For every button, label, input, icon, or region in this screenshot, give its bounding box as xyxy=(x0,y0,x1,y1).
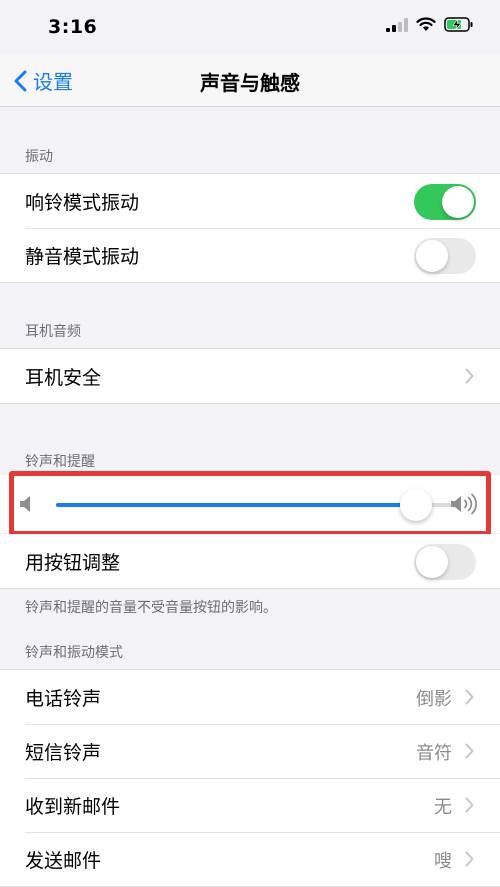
ring-vibrate-label: 响铃模式振动 xyxy=(25,191,140,214)
status-icons xyxy=(386,17,474,32)
ring-vibrate-row: 响铃模式振动 xyxy=(0,174,500,228)
ringtone-row[interactable]: 电话铃声 倒影 xyxy=(0,670,500,724)
sound-patterns-group: 电话铃声 倒影 短信铃声 音符 收到新邮件 无 发送邮件 嗖 xyxy=(0,669,500,887)
ringtone-value: 倒影 xyxy=(416,689,452,710)
chevron-right-icon xyxy=(465,743,474,759)
text-tone-label: 短信铃声 xyxy=(25,741,102,764)
ring-vibrate-toggle[interactable] xyxy=(414,184,476,220)
vibration-group: 响铃模式振动 静音模式振动 xyxy=(0,173,500,283)
ringtone-label: 电话铃声 xyxy=(25,687,102,710)
status-bar: 3:16 xyxy=(0,0,500,54)
change-with-buttons-group: 用按钮调整 xyxy=(0,534,500,589)
silent-vibrate-row: 静音模式振动 xyxy=(0,228,500,282)
slider-highlight-annotation xyxy=(9,471,491,536)
change-with-buttons-row: 用按钮调整 xyxy=(0,534,500,588)
sent-mail-label: 发送邮件 xyxy=(25,849,102,872)
page-title: 声音与触感 xyxy=(200,71,300,95)
headphone-group: 耳机安全 xyxy=(0,348,500,404)
change-with-buttons-toggle[interactable] xyxy=(414,544,476,580)
chevron-right-icon xyxy=(465,368,474,384)
section-header-headphone-audio: 耳机音频 xyxy=(25,324,81,340)
navigation-bar: 设置 声音与触感 xyxy=(0,54,500,107)
chevron-right-icon xyxy=(465,797,474,813)
new-mail-label: 收到新邮件 xyxy=(25,795,121,818)
silent-vibrate-toggle[interactable] xyxy=(414,238,476,274)
text-tone-value: 音符 xyxy=(416,743,452,764)
silent-vibrate-label: 静音模式振动 xyxy=(25,245,140,268)
toggle-knob xyxy=(416,546,448,578)
sent-mail-row[interactable]: 发送邮件 嗖 xyxy=(0,832,500,886)
sent-mail-value: 嗖 xyxy=(434,851,452,872)
chevron-right-icon xyxy=(465,689,474,705)
headphone-safety-row[interactable]: 耳机安全 xyxy=(0,349,500,403)
section-header-vibration: 振动 xyxy=(25,149,53,165)
text-tone-row[interactable]: 短信铃声 音符 xyxy=(0,724,500,778)
section-header-sound-patterns: 铃声和振动模式 xyxy=(25,645,123,661)
new-mail-row[interactable]: 收到新邮件 无 xyxy=(0,778,500,832)
toggle-knob xyxy=(416,240,448,272)
new-mail-value: 无 xyxy=(434,797,452,818)
ringer-footnote: 铃声和提醒的音量不受音量按钮的影响。 xyxy=(25,600,277,616)
toggle-knob xyxy=(442,186,474,218)
cellular-signal-icon xyxy=(386,17,408,32)
change-with-buttons-label: 用按钮调整 xyxy=(25,551,121,574)
headphone-safety-label: 耳机安全 xyxy=(25,366,102,389)
wifi-icon xyxy=(416,17,436,31)
status-time: 3:16 xyxy=(48,16,98,38)
section-header-ringers-alerts: 铃声和提醒 xyxy=(25,454,95,470)
battery-charging-icon xyxy=(444,17,473,32)
